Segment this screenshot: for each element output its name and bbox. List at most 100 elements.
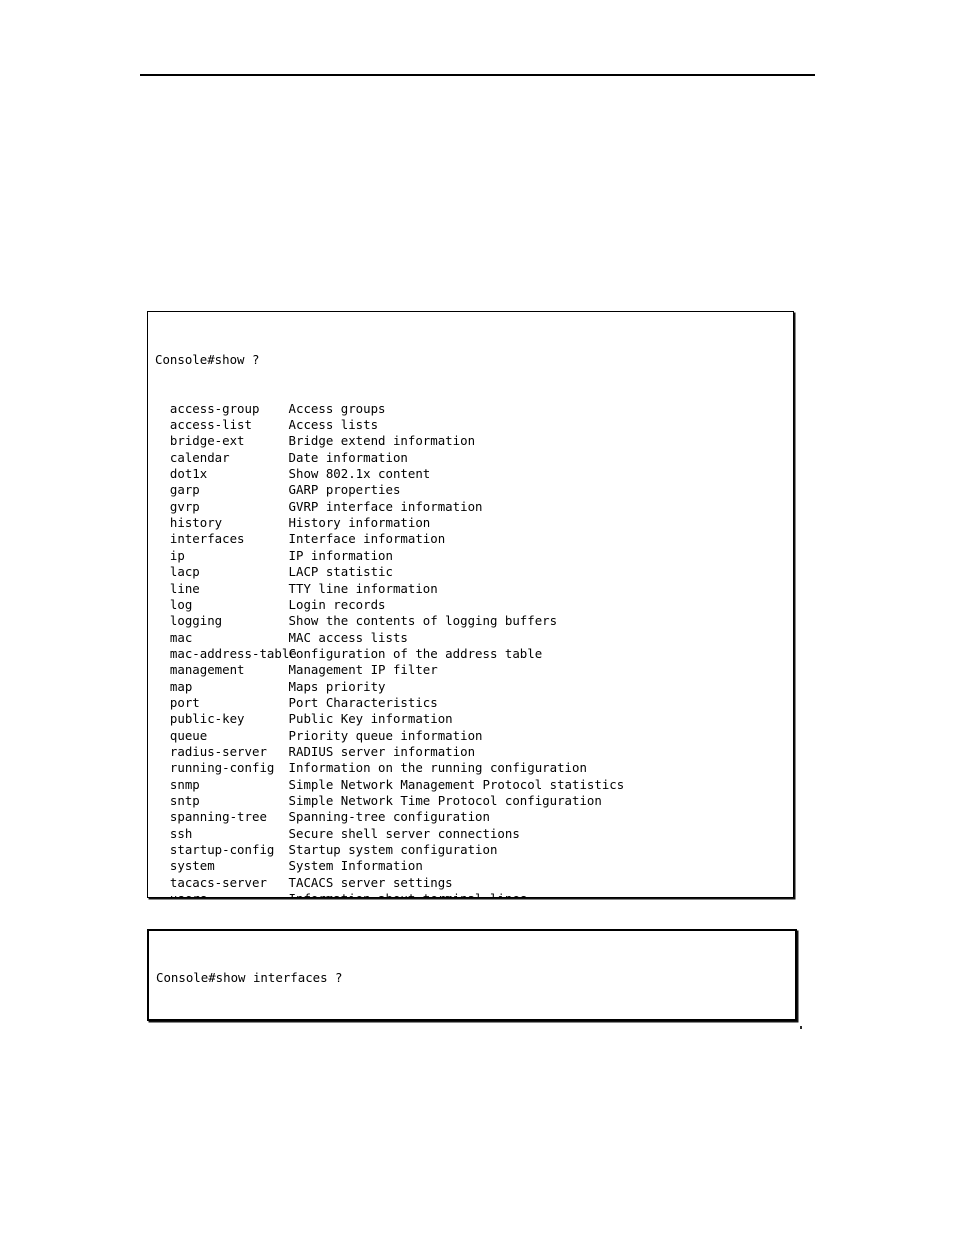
command-description: Spanning-tree configuration xyxy=(288,809,490,825)
command-description: Interface information xyxy=(288,531,446,547)
row-indent xyxy=(155,695,170,710)
header-divider-rule xyxy=(140,74,815,76)
command-help-row: line TTY line information xyxy=(155,581,793,597)
command-description: History information xyxy=(288,515,431,531)
command-description: Access lists xyxy=(288,417,379,433)
command-help-row: map Maps priority xyxy=(155,679,793,695)
command-description: LACP statistic xyxy=(288,564,393,580)
command-help-row: tacacs-server TACACS server settings xyxy=(155,875,793,891)
command-name: mac xyxy=(169,629,193,645)
command-name: access-list xyxy=(169,417,252,433)
row-indent xyxy=(155,515,170,530)
command-description: Maps priority xyxy=(288,678,386,694)
row-indent xyxy=(155,466,170,481)
command-name: public-key xyxy=(169,711,245,727)
command-help-row: management Management IP filter xyxy=(155,662,793,678)
command-help-row: system System Information xyxy=(155,858,793,874)
row-indent xyxy=(155,858,170,873)
command-name: system xyxy=(169,858,215,874)
command-description: Configuration of the address table xyxy=(288,645,543,661)
row-indent xyxy=(155,891,170,897)
command-help-row: usersInformation about terminal lines xyxy=(155,891,793,897)
row-indent xyxy=(155,531,170,546)
command-help-list: access-group Access groups access-list Acc… xyxy=(155,400,793,897)
command-help-row: gvrp GVRP interface information xyxy=(155,499,793,515)
command-help-row: history History information xyxy=(155,515,793,531)
command-help-row: countersInterface counters information xyxy=(156,1019,795,1020)
command-help-row: sntp Simple Network Time Protocol configu… xyxy=(155,793,793,809)
row-indent xyxy=(155,744,170,759)
command-help-row: access-list Access lists xyxy=(155,417,793,433)
command-name: bridge-ext xyxy=(169,433,245,449)
command-name: radius-server xyxy=(169,743,267,759)
row-indent xyxy=(155,482,170,497)
command-help-row: dot1x Show 802.1x content xyxy=(155,466,793,482)
command-name: spanning-tree xyxy=(169,809,267,825)
command-name: tacacs-server xyxy=(169,874,267,890)
command-help-row: ssh Secure shell server connections xyxy=(155,826,793,842)
command-description: System Information xyxy=(288,858,423,874)
command-name: history xyxy=(169,515,223,531)
row-indent xyxy=(155,597,170,612)
command-name: snmp xyxy=(169,776,200,792)
command-help-row: logging Show the contents of logging buff… xyxy=(155,613,793,629)
page-header xyxy=(140,46,815,76)
command-help-row: mac-address-tableConfiguration of the ad… xyxy=(155,646,793,662)
command-name: line xyxy=(169,580,200,596)
command-description: Login records xyxy=(288,596,386,612)
command-help-row: public-key Public Key information xyxy=(155,711,793,727)
row-indent xyxy=(155,564,170,579)
row-indent xyxy=(155,875,170,890)
row-indent xyxy=(155,646,170,661)
row-indent xyxy=(155,809,170,824)
row-indent xyxy=(155,630,170,645)
command-help-row: spanning-tree Spanning-tree configuration xyxy=(155,809,793,825)
command-description: Secure shell server connections xyxy=(288,825,520,841)
command-name: port xyxy=(169,694,200,710)
command-help-row: mac MAC access lists xyxy=(155,630,793,646)
command-name: running-config xyxy=(169,760,275,776)
row-indent xyxy=(155,417,170,432)
row-indent xyxy=(155,662,170,677)
command-help-row: garp GARP properties xyxy=(155,482,793,498)
row-indent xyxy=(155,760,170,775)
command-description: Priority queue information xyxy=(288,727,483,743)
command-description: Interface counters information xyxy=(290,1019,514,1020)
command-help-row: lacp LACP statistic xyxy=(155,564,793,580)
command-help-row: calendar Date information xyxy=(155,450,793,466)
command-help-row: port Port Characteristics xyxy=(155,695,793,711)
command-description: TTY line information xyxy=(288,580,438,596)
command-name: access-group xyxy=(169,400,260,416)
command-description: MAC access lists xyxy=(288,629,408,645)
command-name: management xyxy=(169,662,245,678)
row-indent xyxy=(155,548,170,563)
command-name: garp xyxy=(169,482,200,498)
command-help-row: startup-config Startup system configurati… xyxy=(155,842,793,858)
row-indent xyxy=(155,401,170,416)
print-speck xyxy=(800,1026,802,1029)
command-description: GARP properties xyxy=(288,482,401,498)
command-description: Show 802.1x content xyxy=(288,466,431,482)
command-help-row: interfaces Interface information xyxy=(155,531,793,547)
row-indent xyxy=(155,842,170,857)
row-indent xyxy=(156,1019,171,1020)
command-description: Simple Network Management Protocol stati… xyxy=(288,776,625,792)
command-description: Startup system configuration xyxy=(288,842,498,857)
command-help-row: running-config Information on the running… xyxy=(155,760,793,776)
command-description: Bridge extend information xyxy=(288,433,476,449)
command-description: IP information xyxy=(288,547,393,563)
console-prompt-line: Console#show interfaces ? xyxy=(156,969,343,985)
command-description: Information on the running configuration xyxy=(288,760,587,776)
command-name: interfaces xyxy=(169,531,245,547)
command-name: map xyxy=(169,678,193,694)
row-indent xyxy=(155,679,170,694)
row-indent xyxy=(155,499,170,514)
row-indent xyxy=(155,450,170,465)
command-help-row: bridge-ext Bridge extend information xyxy=(155,433,793,449)
command-name: queue xyxy=(169,727,208,743)
row-indent xyxy=(155,433,170,448)
console-output-box-show-help: Console#show ? access-group Access groups… xyxy=(147,311,794,898)
command-name: users xyxy=(170,891,289,897)
command-name: dot1x xyxy=(169,466,208,482)
command-name: gvrp xyxy=(169,498,200,514)
